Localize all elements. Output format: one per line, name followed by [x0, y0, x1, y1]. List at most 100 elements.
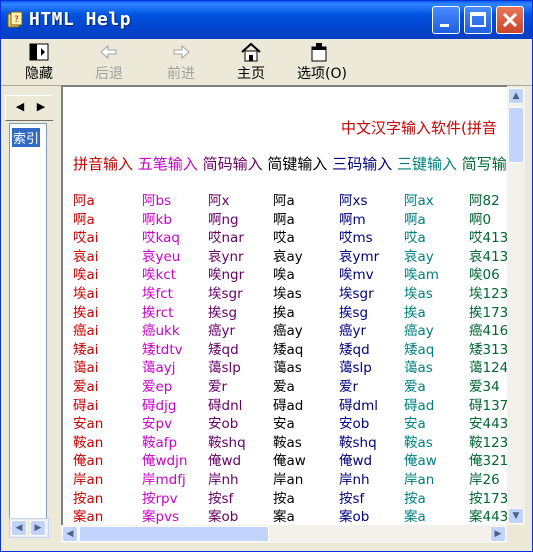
table-cell: 蔼slp — [208, 360, 241, 377]
forward-arrow-icon — [173, 44, 190, 60]
content-pane: 中文汉字输入软件(拼音 拼音输入 五笔输入 简码输入 简键输入 三码输入 三键输… — [61, 85, 507, 525]
table-cell: 爱a — [404, 378, 426, 395]
table-cell: 哎a — [404, 230, 426, 247]
table-cell: 挨a — [273, 304, 295, 321]
table-cell: 哀yeu — [142, 248, 181, 265]
options-label: 选项(O) — [297, 66, 347, 82]
table-cell: 啊0 — [469, 211, 492, 228]
hide-pane-icon — [29, 43, 49, 61]
home-button[interactable]: 主页 — [225, 40, 277, 84]
index-panel: 索引 — [9, 123, 47, 521]
table-cell: 蔼slp — [339, 360, 372, 377]
table-cell: 安a — [404, 416, 426, 433]
scroll-left-arrow[interactable]: ◀ — [62, 526, 78, 542]
left-horizontal-scrollbar[interactable]: ◀ ▶ — [9, 518, 49, 538]
table-cell: 哎kaq — [142, 230, 180, 247]
options-button[interactable]: 选项(O) — [293, 40, 351, 84]
table-cell: 啊kb — [142, 211, 172, 228]
category-link[interactable]: 五笔输入 — [138, 155, 198, 173]
table-cell: 鞍afp — [142, 434, 178, 451]
left-scroll-right-arrow[interactable]: ▶ — [30, 520, 46, 536]
table-cell: 矮aq — [404, 341, 435, 358]
table-cell: 哎413 — [469, 230, 507, 247]
scroll-up-arrow[interactable]: ▲ — [508, 88, 524, 104]
table-cell: 啊a — [273, 211, 295, 228]
vertical-scroll-thumb[interactable] — [508, 107, 524, 163]
table-cell: 鞍123 — [469, 434, 507, 451]
tab-scroll-right-button[interactable]: ▶ — [32, 99, 50, 115]
table-cell: 矮aq — [273, 341, 304, 358]
category-link[interactable]: 三码输入 — [332, 155, 392, 173]
close-button[interactable] — [496, 6, 524, 34]
maximize-button[interactable] — [464, 6, 492, 34]
table-cell: 按a — [273, 490, 295, 507]
table-cell: 埃as — [404, 285, 433, 302]
table-cell: 案a — [404, 509, 426, 525]
table-cell: 俺aw — [404, 453, 437, 470]
table-cell: 挨173 — [469, 304, 507, 321]
horizontal-scroll-thumb[interactable] — [79, 526, 269, 542]
tab-scroll-left-button[interactable]: ◀ — [11, 99, 29, 115]
table-cell: 俺wdjn — [142, 453, 188, 470]
table-cell: 蔼124 — [469, 360, 507, 377]
title-bar[interactable]: ? HTML Help — [1, 1, 532, 39]
table-cell: 哎ms — [339, 230, 373, 247]
table-cell: 啊a — [404, 211, 426, 228]
table-cell: 俺wd — [339, 453, 373, 470]
category-link[interactable]: 三键输入 — [397, 155, 457, 173]
table-cell: 鞍as — [404, 434, 433, 451]
scroll-right-arrow[interactable]: ▶ — [490, 526, 506, 542]
table-cell: 矮qd — [208, 341, 239, 358]
table-cell: 唉06 — [469, 267, 500, 284]
table-cell: 啊a — [73, 211, 95, 228]
left-scroll-left-arrow[interactable]: ◀ — [11, 520, 27, 536]
table-cell: 癌416 — [469, 323, 507, 340]
table-cell: 按rpv — [142, 490, 178, 507]
forward-button[interactable]: 前进 — [155, 40, 207, 84]
page-heading: 中文汉字输入软件(拼音 — [341, 119, 497, 137]
minimize-button[interactable] — [432, 6, 460, 34]
pane-splitter[interactable] — [53, 87, 59, 549]
category-link[interactable]: 简写输 — [462, 155, 507, 173]
table-cell: 安pv — [142, 416, 173, 433]
horizontal-scrollbar[interactable]: ◀ ▶ — [61, 525, 507, 543]
svg-text:?: ? — [14, 15, 19, 25]
table-cell: 安ob — [339, 416, 370, 433]
table-cell: 哀ynr — [208, 248, 244, 265]
table-cell: 癌ukk — [142, 323, 180, 340]
table-cell: 挨a — [404, 304, 426, 321]
forward-label: 前进 — [167, 66, 195, 82]
resize-grip[interactable] — [507, 525, 525, 543]
scroll-down-arrow[interactable]: ▼ — [508, 508, 524, 524]
table-cell: 按an — [73, 490, 104, 507]
table-cell: 碍ad — [273, 397, 304, 414]
tab-index[interactable]: 索引 — [12, 128, 41, 147]
table-cell: 安a — [273, 416, 295, 433]
table-cell: 阿a — [73, 193, 95, 209]
table-cell: 碍dnl — [208, 397, 243, 414]
table-cell: 碍137 — [469, 397, 507, 414]
table-cell: 癌yr — [208, 323, 236, 340]
category-link[interactable]: 拼音输入 — [73, 155, 133, 173]
table-cell: 蔼as — [404, 360, 433, 377]
help-app-icon: ? — [7, 11, 23, 28]
table-cell: 啊m — [339, 211, 366, 228]
table-cell: 埃fct — [142, 285, 173, 302]
table-cell: 安an — [73, 416, 104, 433]
table-cell: 鞍as — [273, 434, 302, 451]
table-cell: 岸an — [273, 471, 304, 488]
table-cell: 俺an — [73, 453, 104, 470]
home-label: 主页 — [237, 66, 265, 82]
hide-button[interactable]: 隐藏 — [13, 40, 65, 84]
table-cell: 安ob — [208, 416, 239, 433]
vertical-scrollbar[interactable]: ▲ ▼ — [507, 87, 525, 525]
table-cell: 阿a — [273, 193, 295, 209]
table-cell: 唉a — [273, 267, 295, 284]
category-link[interactable]: 简码输入 — [203, 155, 263, 173]
table-cell: 矮313 — [469, 341, 507, 358]
category-link[interactable]: 简键输入 — [267, 155, 327, 173]
table-cell: 鞍an — [73, 434, 104, 451]
table-cell: 唉kct — [142, 267, 177, 284]
back-button[interactable]: 后退 — [83, 40, 135, 84]
table-cell: 唉ngr — [208, 267, 245, 284]
